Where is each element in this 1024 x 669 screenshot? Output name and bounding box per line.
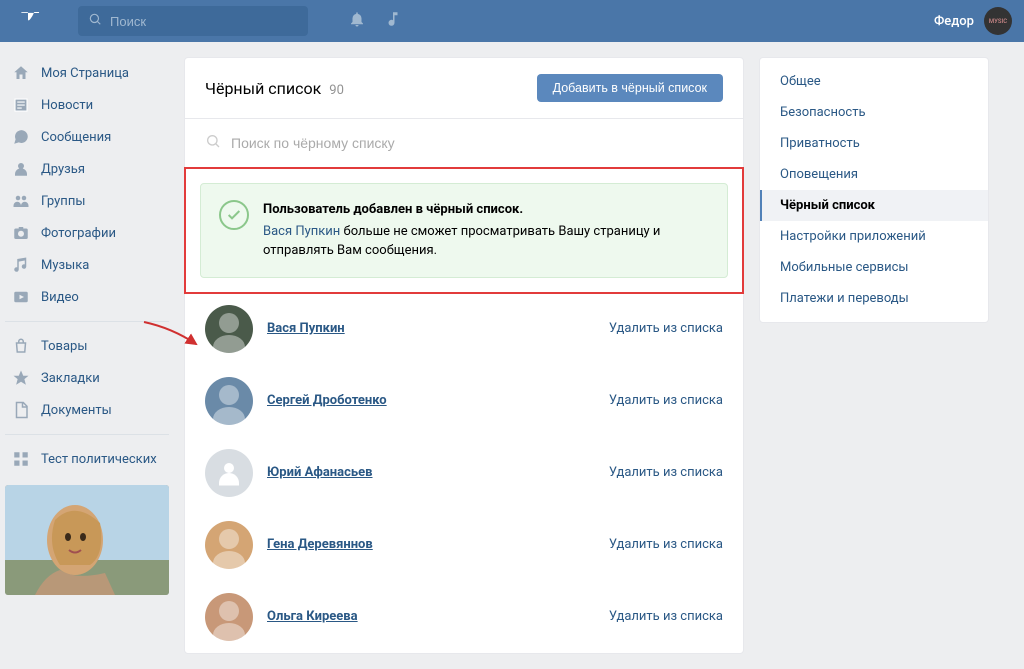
sidebar-item-grid[interactable]: Тест политических xyxy=(5,443,169,475)
groups-icon xyxy=(11,192,31,210)
notice-user-link[interactable]: Вася Пупкин xyxy=(263,224,340,239)
left-sidebar: Моя Страница Новости Сообщения Друзья Группы… xyxy=(5,57,169,654)
user-menu[interactable]: Федор МУSIC xyxy=(934,7,1012,35)
blacklist-search[interactable] xyxy=(185,119,743,168)
panel-header: Чёрный список 90 Добавить в чёрный списо… xyxy=(185,58,743,119)
annotation-highlight: Пользователь добавлен в чёрный список. В… xyxy=(184,167,744,294)
remove-from-blacklist[interactable]: Удалить из списка xyxy=(609,609,723,624)
sidebar-item-star[interactable]: Закладки xyxy=(5,362,169,394)
sidebar-item-label: Новости xyxy=(41,98,93,113)
add-to-blacklist-button[interactable]: Добавить в чёрный список xyxy=(537,74,723,102)
sidebar-item-groups[interactable]: Группы xyxy=(5,185,169,217)
sidebar-item-label: Друзья xyxy=(41,162,85,177)
friends-icon xyxy=(11,160,31,178)
remove-from-blacklist[interactable]: Удалить из списка xyxy=(609,393,723,408)
avatar[interactable] xyxy=(205,521,253,569)
settings-tab[interactable]: Чёрный список xyxy=(760,190,988,221)
blacklist-user-link[interactable]: Сергей Дроботенко xyxy=(267,393,595,408)
blacklist-count: 90 xyxy=(329,83,344,98)
blacklist-user-link[interactable]: Гена Деревяннов xyxy=(267,537,595,552)
photo-icon xyxy=(11,224,31,242)
success-notice: Пользователь добавлен в чёрный список. В… xyxy=(200,183,728,278)
blacklist-user-link[interactable]: Ольга Киреева xyxy=(267,609,595,624)
sidebar-item-label: Тест политических xyxy=(41,452,157,467)
sidebar-item-chat[interactable]: Сообщения xyxy=(5,121,169,153)
music-icon xyxy=(11,256,31,274)
sidebar-item-photo[interactable]: Фотографии xyxy=(5,217,169,249)
blacklist-user-link[interactable]: Юрий Афанасьев xyxy=(267,465,595,480)
avatar[interactable] xyxy=(205,449,253,497)
bag-icon xyxy=(11,337,31,355)
sidebar-item-friends[interactable]: Друзья xyxy=(5,153,169,185)
sidebar-item-home[interactable]: Моя Страница xyxy=(5,57,169,89)
settings-menu: ОбщееБезопасностьПриватностьОповещенияЧё… xyxy=(759,57,989,323)
remove-from-blacklist[interactable]: Удалить из списка xyxy=(609,465,723,480)
sidebar-item-label: Товары xyxy=(41,339,87,354)
blacklist-row: Вася Пупкин Удалить из списка xyxy=(185,293,743,365)
avatar[interactable] xyxy=(205,593,253,641)
news-icon xyxy=(11,96,31,114)
music-icon[interactable] xyxy=(384,10,402,32)
settings-tab[interactable]: Безопасность xyxy=(760,97,988,128)
avatar[interactable] xyxy=(205,305,253,353)
sidebar-item-label: Музыка xyxy=(41,258,89,273)
blacklist-user-link[interactable]: Вася Пупкин xyxy=(267,321,595,336)
remove-from-blacklist[interactable]: Удалить из списка xyxy=(609,537,723,552)
settings-tab[interactable]: Настройки приложений xyxy=(760,221,988,252)
settings-tab[interactable]: Приватность xyxy=(760,128,988,159)
vk-logo[interactable] xyxy=(14,9,40,34)
blacklist-row: Ольга Киреева Удалить из списка xyxy=(185,581,743,653)
search-icon xyxy=(88,12,102,30)
doc-icon xyxy=(11,401,31,419)
blacklist-search-input[interactable] xyxy=(231,135,723,151)
sidebar-item-music[interactable]: Музыка xyxy=(5,249,169,281)
global-search[interactable] xyxy=(78,6,308,36)
settings-tab[interactable]: Общее xyxy=(760,66,988,97)
blacklist-row: Юрий Афанасьев Удалить из списка xyxy=(185,437,743,509)
nav-divider xyxy=(5,434,169,435)
top-header: Федор МУSIC xyxy=(0,0,1024,42)
sidebar-item-label: Группы xyxy=(41,194,85,209)
video-icon xyxy=(11,288,31,306)
sidebar-item-label: Сообщения xyxy=(41,130,111,145)
user-avatar: МУSIC xyxy=(984,7,1012,35)
sidebar-item-news[interactable]: Новости xyxy=(5,89,169,121)
sidebar-item-doc[interactable]: Документы xyxy=(5,394,169,426)
remove-from-blacklist[interactable]: Удалить из списка xyxy=(609,321,723,336)
settings-tab[interactable]: Мобильные сервисы xyxy=(760,252,988,283)
blacklist-panel: Чёрный список 90 Добавить в чёрный списо… xyxy=(184,57,744,654)
home-icon xyxy=(11,64,31,82)
settings-tab[interactable]: Платежи и переводы xyxy=(760,283,988,314)
page-title: Чёрный список xyxy=(205,79,321,98)
chat-icon xyxy=(11,128,31,146)
avatar[interactable] xyxy=(205,377,253,425)
sidebar-item-label: Документы xyxy=(41,403,112,418)
search-icon xyxy=(205,133,221,153)
header-icons xyxy=(348,10,402,32)
notice-title: Пользователь добавлен в чёрный список. xyxy=(263,200,709,220)
annotation-arrow xyxy=(142,320,202,350)
blacklist-row: Сергей Дроботенко Удалить из списка xyxy=(185,365,743,437)
sidebar-item-video[interactable]: Видео xyxy=(5,281,169,313)
user-name: Федор xyxy=(934,14,974,29)
sidebar-item-label: Закладки xyxy=(41,371,100,386)
sidebar-item-label: Моя Страница xyxy=(41,66,129,81)
profile-photo[interactable] xyxy=(5,485,169,595)
sidebar-item-label: Видео xyxy=(41,290,79,305)
blacklist-row: Гена Деревяннов Удалить из списка xyxy=(185,509,743,581)
star-icon xyxy=(11,369,31,387)
global-search-input[interactable] xyxy=(110,14,298,29)
sidebar-item-label: Фотографии xyxy=(41,226,116,241)
settings-tab[interactable]: Оповещения xyxy=(760,159,988,190)
grid-icon xyxy=(11,450,31,468)
bell-icon[interactable] xyxy=(348,10,366,32)
check-icon xyxy=(219,200,249,230)
